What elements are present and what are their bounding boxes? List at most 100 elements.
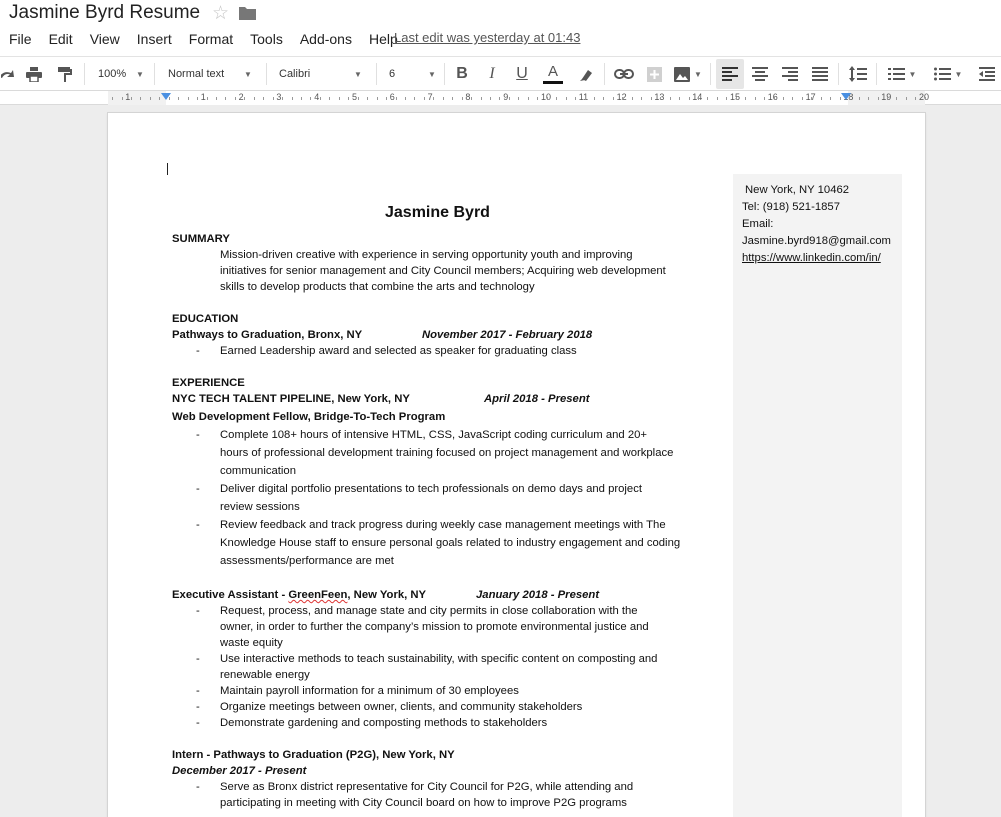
- ruler-tick: [896, 97, 898, 100]
- align-right-icon[interactable]: [778, 57, 802, 91]
- ruler-number: 5: [352, 92, 358, 102]
- contact-linkedin-link[interactable]: https://www.linkedin.com/in/: [742, 252, 881, 264]
- chevron-down-icon: ▼: [908, 69, 917, 79]
- text-color-icon: A: [547, 62, 558, 80]
- ruler-tick: [234, 97, 236, 100]
- ruler-tick: [565, 97, 567, 100]
- left-indent-marker[interactable]: [161, 93, 171, 100]
- job1-org: NYC TECH TALENT PIPELINE, New York, NY: [172, 393, 410, 405]
- bold-button[interactable]: B: [452, 57, 472, 91]
- ruler-tick: [282, 97, 284, 100]
- highlight-icon[interactable]: [576, 57, 596, 91]
- folder-icon[interactable]: [238, 6, 257, 21]
- ruler-tick: [915, 97, 917, 100]
- ruler-tick: [263, 97, 265, 100]
- summary-heading: SUMMARY: [172, 233, 230, 245]
- toolbar-separator: [84, 63, 85, 85]
- ruler-number: 4: [314, 92, 320, 102]
- chevron-down-icon: ▼: [244, 69, 252, 79]
- contact-email: Jasmine.byrd918@gmail.com: [742, 235, 891, 247]
- job2-title-prefix: Executive Assistant -: [172, 589, 289, 601]
- job3-title: Intern - Pathways to Graduation (P2G), N…: [172, 749, 455, 761]
- menu-tools[interactable]: Tools: [241, 31, 291, 47]
- summary-line: Mission-driven creative with experience …: [220, 249, 633, 261]
- ruler-tick: [773, 97, 775, 100]
- contact-email-label: Email:: [742, 218, 774, 230]
- job2-bullet-line: renewable energy: [220, 669, 310, 681]
- ruler-tick: [830, 97, 832, 100]
- ruler-tick: [631, 97, 633, 100]
- align-center-icon[interactable]: [748, 57, 772, 91]
- ruler-tick: [679, 97, 680, 100]
- ruler-tick: [423, 97, 425, 100]
- ruler[interactable]: 11234567891011121314151617181920: [0, 91, 1001, 105]
- ruler-tick: [121, 97, 123, 100]
- align-left-button[interactable]: [716, 59, 744, 89]
- ruler-tick: [414, 97, 416, 100]
- last-edit-link[interactable]: Last edit was yesterday at 01:43: [394, 30, 580, 45]
- menu-format[interactable]: Format: [180, 31, 241, 47]
- star-icon[interactable]: ☆: [212, 2, 229, 25]
- bullet-dash: -: [196, 429, 200, 441]
- paint-format-icon[interactable]: [56, 57, 74, 91]
- bulleted-list-button[interactable]: ▼: [930, 57, 966, 91]
- ruler-tick: [641, 97, 643, 100]
- redo-icon[interactable]: [0, 57, 16, 91]
- ruler-tick: [376, 97, 378, 100]
- document-title[interactable]: Jasmine Byrd Resume: [9, 2, 200, 24]
- underline-button[interactable]: U: [512, 57, 532, 91]
- ruler-tick: [140, 97, 142, 100]
- menu-view[interactable]: View: [81, 31, 128, 47]
- toolbar-separator: [876, 63, 877, 85]
- ruler-tick: [622, 97, 624, 100]
- ruler-number: 6: [389, 92, 395, 102]
- job2-bullet-line: waste equity: [220, 637, 283, 649]
- align-left-icon: [722, 67, 738, 81]
- menu-addons[interactable]: Add-ons: [291, 31, 360, 47]
- italic-button[interactable]: I: [482, 57, 502, 91]
- job2-bullet-line: Use interactive methods to teach sustain…: [220, 653, 658, 665]
- job3-bullet-line: participating in meeting with City Counc…: [220, 797, 627, 809]
- justify-icon[interactable]: [808, 57, 832, 91]
- bullet-dash: -: [196, 605, 200, 617]
- font-size-select[interactable]: 6 ▼: [380, 57, 440, 91]
- ruler-tick: [905, 97, 907, 100]
- job2-title: Executive Assistant - GreenFeen, New Yor…: [172, 589, 426, 601]
- ruler-tick: [253, 97, 255, 100]
- ruler-tick: [612, 97, 614, 100]
- document-page[interactable]: New York, NY 10462 Tel: (918) 521-1857 E…: [108, 113, 925, 817]
- font-select[interactable]: Calibri ▼: [270, 57, 370, 91]
- education-heading: EDUCATION: [172, 313, 239, 325]
- contact-tel: Tel: (918) 521-1857: [742, 201, 840, 213]
- ruler-tick: [546, 97, 548, 100]
- link-icon[interactable]: [612, 57, 636, 91]
- right-indent-marker[interactable]: [841, 93, 851, 100]
- text-color-button[interactable]: A: [542, 57, 564, 91]
- ruler-number: 11: [578, 92, 589, 102]
- style-select[interactable]: Normal text ▼: [160, 57, 260, 91]
- line-spacing-icon[interactable]: [846, 57, 870, 91]
- numbered-list-icon: [887, 68, 905, 80]
- menu-file[interactable]: File: [0, 31, 40, 47]
- app-header: Jasmine Byrd Resume ☆ File Edit View Ins…: [0, 0, 1001, 56]
- ruler-number: 1: [200, 92, 206, 102]
- menu-insert[interactable]: Insert: [128, 31, 180, 47]
- ruler-tick: [924, 97, 926, 100]
- ruler-tick: [575, 97, 576, 100]
- numbered-list-button[interactable]: ▼: [884, 57, 920, 91]
- add-comment-icon[interactable]: [644, 57, 664, 91]
- ruler-tick: [603, 97, 605, 100]
- ruler-tick: [764, 97, 766, 100]
- ruler-tick: [338, 97, 340, 100]
- bullet-dash: -: [196, 519, 200, 531]
- bullet-dash: -: [196, 345, 200, 357]
- toolbar-separator: [154, 63, 155, 85]
- zoom-select[interactable]: 100% ▼: [90, 57, 148, 91]
- insert-image-button[interactable]: ▼: [672, 57, 704, 91]
- bulleted-list-icon: [933, 67, 951, 81]
- print-icon[interactable]: [24, 57, 44, 91]
- job1-bullet-line: communication: [220, 465, 296, 477]
- decrease-indent-icon[interactable]: [976, 57, 998, 91]
- menu-edit[interactable]: Edit: [40, 31, 81, 47]
- ruler-tick: [792, 97, 794, 100]
